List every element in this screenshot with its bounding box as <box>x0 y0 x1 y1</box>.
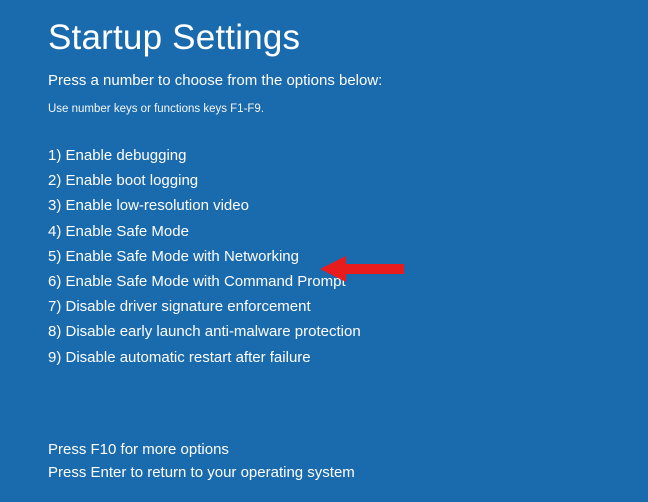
option-6[interactable]: 6) Enable Safe Mode with Command Prompt <box>48 269 600 294</box>
option-label: Disable early launch anti-malware protec… <box>66 323 361 340</box>
option-2[interactable]: 2) Enable boot logging <box>48 168 600 193</box>
page-title: Startup Settings <box>48 18 600 58</box>
option-num: 8) <box>48 323 61 340</box>
option-label: Disable driver signature enforcement <box>66 298 311 315</box>
option-1[interactable]: 1) Enable debugging <box>48 143 600 168</box>
instruction-text: Press a number to choose from the option… <box>48 72 600 89</box>
option-label: Enable Safe Mode <box>66 223 189 240</box>
footer: Press F10 for more options Press Enter t… <box>48 438 355 485</box>
option-num: 6) <box>48 273 61 290</box>
footer-return: Press Enter to return to your operating … <box>48 461 355 484</box>
option-num: 5) <box>48 248 61 265</box>
option-num: 4) <box>48 223 61 240</box>
option-label: Enable Safe Mode with Command Prompt <box>66 273 346 290</box>
option-num: 1) <box>48 147 61 164</box>
option-num: 3) <box>48 197 61 214</box>
option-5[interactable]: 5) Enable Safe Mode with Networking <box>48 244 600 269</box>
footer-more-options: Press F10 for more options <box>48 438 355 461</box>
option-num: 2) <box>48 172 61 189</box>
option-num: 7) <box>48 298 61 315</box>
option-label: Disable automatic restart after failure <box>66 349 311 366</box>
option-label: Enable low-resolution video <box>66 197 249 214</box>
option-label: Enable Safe Mode with Networking <box>66 248 299 265</box>
hint-text: Use number keys or functions keys F1-F9. <box>48 103 600 115</box>
option-7[interactable]: 7) Disable driver signature enforcement <box>48 294 600 319</box>
option-num: 9) <box>48 349 61 366</box>
option-label: Enable boot logging <box>66 172 199 189</box>
option-9[interactable]: 9) Disable automatic restart after failu… <box>48 345 600 370</box>
option-4[interactable]: 4) Enable Safe Mode <box>48 219 600 244</box>
option-label: Enable debugging <box>66 147 187 164</box>
option-8[interactable]: 8) Disable early launch anti-malware pro… <box>48 319 600 344</box>
options-list: 1) Enable debugging 2) Enable boot loggi… <box>48 143 600 370</box>
option-3[interactable]: 3) Enable low-resolution video <box>48 193 600 218</box>
